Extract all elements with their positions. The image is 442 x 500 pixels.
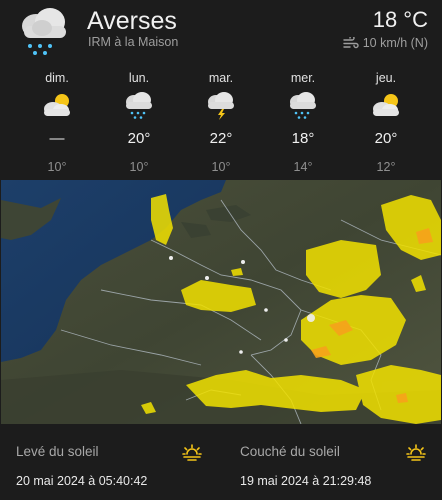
forecast-high: 20° [374, 130, 398, 147]
rain-cloud-icon [290, 92, 316, 119]
weather-card: Averses IRM à la Maison 18 °C 10 km/h (N… [0, 0, 442, 500]
sunset-label: Couché du soleil [240, 444, 340, 459]
rain-cloud-icon [22, 8, 66, 55]
forecast-high: 18° [291, 130, 315, 147]
sunset-value: 19 mai 2024 à 21:29:48 [240, 474, 372, 488]
forecast-day[interactable]: jeu. 20° 12° [356, 70, 416, 175]
sunrise-value: 20 mai 2024 à 05:40:42 [16, 474, 148, 488]
sunrise-block[interactable]: Levé du soleil 20 mai 2024 à 05:40:42 [16, 430, 222, 500]
forecast-low: 12° [376, 160, 396, 174]
forecast-day-name: lun. [128, 71, 150, 85]
sunset-block[interactable]: Couché du soleil 19 mai 2024 à 21:29:48 [240, 430, 442, 500]
forecast-day[interactable]: mar. 22° 10° [191, 70, 251, 175]
forecast-high: 20° [127, 130, 151, 147]
forecast-high: 22° [209, 130, 233, 147]
sunrise-label: Levé du soleil [16, 444, 99, 459]
current-weather[interactable]: Averses IRM à la Maison 18 °C 10 km/h (N… [0, 0, 442, 62]
daily-forecast: dim. — 10° lun. 20° 10° mar. 22° 10° mer… [0, 70, 442, 180]
wind-icon [343, 36, 359, 48]
forecast-high: — [49, 130, 65, 147]
rain-cloud-icon [126, 92, 152, 119]
partly-cloudy-icon [44, 94, 70, 116]
wind-text: 10 km/h (N) [362, 36, 428, 50]
radar-map-image [1, 180, 441, 424]
wind-info: 10 km/h (N) [343, 36, 428, 50]
sun-times: Levé du soleil 20 mai 2024 à 05:40:42 Co… [0, 430, 442, 500]
forecast-day-name: jeu. [375, 71, 397, 85]
radar-map[interactable] [1, 180, 441, 424]
condition-text: Averses [87, 7, 177, 35]
forecast-day[interactable]: dim. — 10° [27, 70, 87, 175]
forecast-low: 10° [47, 160, 67, 174]
current-temperature: 18 °C [372, 7, 428, 32]
forecast-day-name: dim. [45, 71, 69, 85]
thunder-cloud-icon [208, 92, 234, 120]
forecast-low: 10° [211, 160, 231, 174]
forecast-day-name: mer. [290, 71, 316, 85]
forecast-day[interactable]: mer. 18° 14° [273, 70, 333, 175]
forecast-low: 10° [129, 160, 149, 174]
sunrise-icon [182, 444, 202, 461]
sunset-icon [406, 444, 426, 461]
forecast-day[interactable]: lun. 20° 10° [109, 70, 169, 175]
partly-cloudy-icon [373, 94, 399, 116]
station-name: IRM à la Maison [88, 35, 179, 49]
forecast-low: 14° [293, 160, 313, 174]
forecast-day-name: mar. [208, 71, 234, 85]
